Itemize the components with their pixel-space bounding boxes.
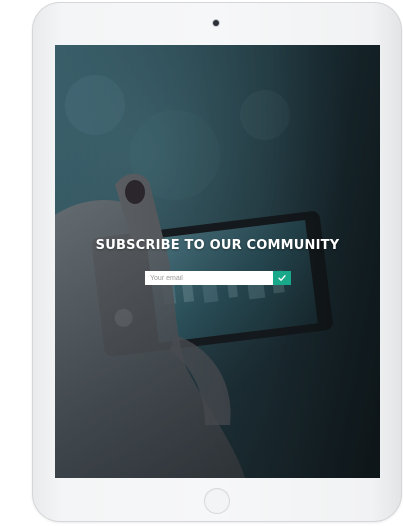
background-glare [3,2,31,518]
subscribe-form [145,271,291,285]
subscribe-hero: SUBSCRIBE TO OUR COMMUNITY [55,238,380,253]
tablet-frame: SUBSCRIBE TO OUR COMMUNITY [32,2,402,522]
tablet-screen: SUBSCRIBE TO OUR COMMUNITY [55,45,380,478]
home-button[interactable] [204,488,230,514]
email-field[interactable] [145,271,273,285]
checkmark-icon [278,275,286,281]
subscribe-submit-button[interactable] [273,271,291,285]
page-title: SUBSCRIBE TO OUR COMMUNITY [95,238,340,253]
background-photo [55,45,380,478]
product-mockup: SUBSCRIBE TO OUR COMMUNITY [0,0,403,526]
front-camera-icon [213,20,219,26]
